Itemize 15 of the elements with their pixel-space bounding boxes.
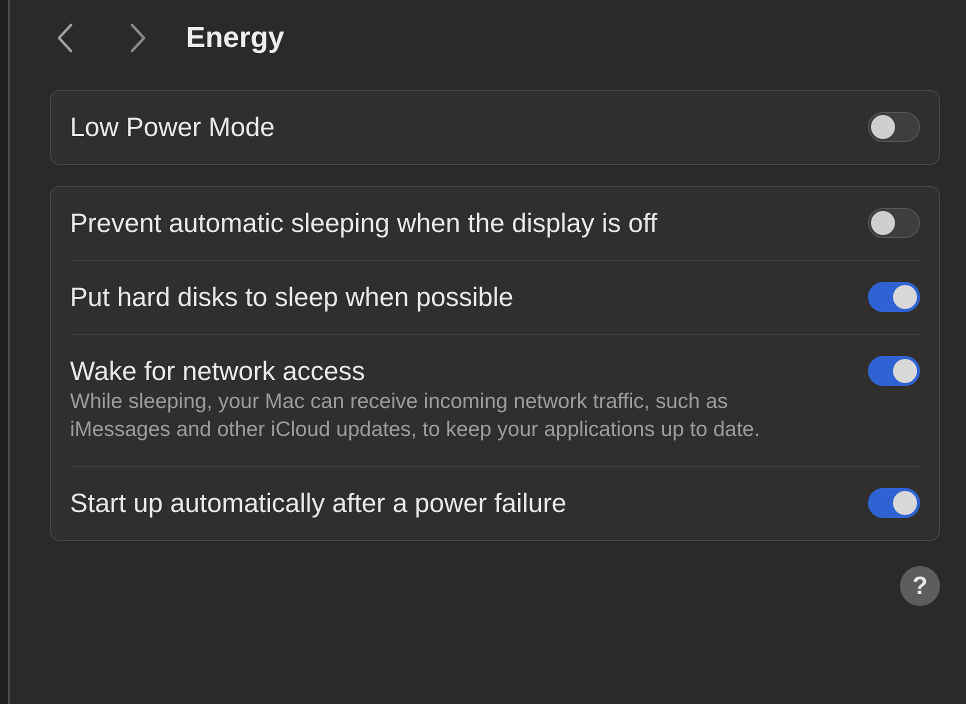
toggle-switch[interactable] — [868, 282, 920, 312]
help-button[interactable]: ? — [900, 566, 940, 606]
setting-label: Prevent automatic sleeping when the display is off — [70, 208, 658, 238]
setting-description: While sleeping, your Mac can receive incoming network traffic, such as iMessages and other iCloud updates, to keep your applications up to date. — [70, 389, 761, 443]
toggle-switch[interactable] — [868, 112, 920, 142]
toggle-switch[interactable] — [868, 356, 920, 386]
setting-label: Low Power Mode — [70, 112, 276, 142]
page-title: Energy — [186, 22, 284, 54]
setting-label: Start up automatically after a power failure — [70, 488, 568, 518]
back-chevron-icon[interactable] — [56, 23, 74, 53]
toggle-switch[interactable] — [868, 208, 920, 238]
toggle-switch[interactable] — [868, 488, 920, 518]
setting-label: Put hard disks to sleep when possible — [70, 282, 514, 312]
setting-label: Wake for network access — [70, 356, 366, 386]
forward-chevron-icon[interactable] — [129, 23, 147, 53]
